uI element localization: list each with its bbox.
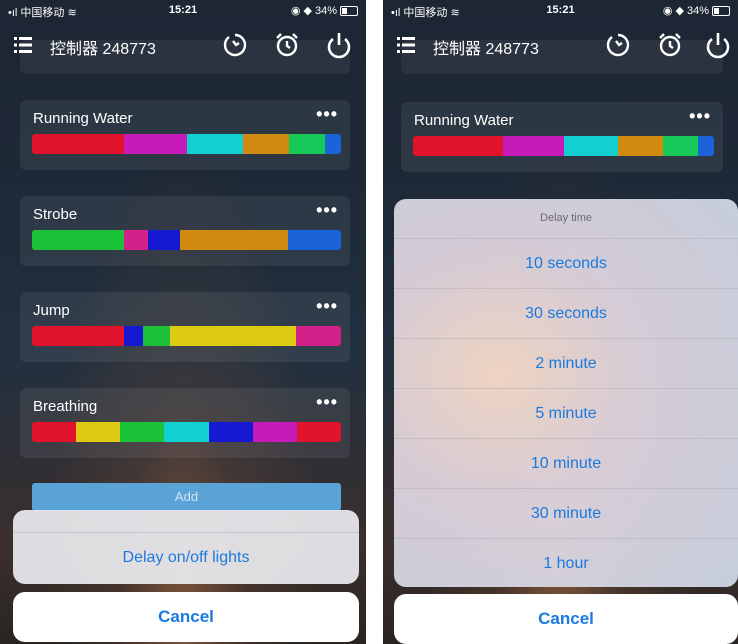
color-segment [148, 230, 181, 250]
mode-label: Breathing [33, 398, 98, 415]
color-segment [124, 230, 149, 250]
status-bar: •ıl 中国移动 ≋ 15:21 ◉ ◆ 34% [0, 0, 366, 22]
delay-option-10-minute[interactable]: 10 minute [394, 438, 738, 489]
color-segment [618, 136, 664, 156]
location-icon: ◉ [662, 5, 673, 17]
color-segment [143, 326, 171, 346]
color-segment [164, 422, 209, 442]
cancel-button[interactable]: Cancel [13, 592, 359, 642]
color-segment [288, 134, 325, 154]
color-segment [698, 136, 714, 156]
color-segment [76, 422, 121, 442]
color-segment [32, 422, 77, 442]
battery-percent: 34% [314, 4, 337, 17]
color-segment [663, 136, 699, 156]
add-button[interactable]: Add [32, 483, 341, 511]
color-segment [32, 230, 125, 250]
delay-option-1-hour[interactable]: 1 hour [394, 538, 738, 587]
color-segment [186, 134, 243, 154]
color-bar [32, 326, 341, 346]
color-bar [413, 136, 714, 156]
mode-card[interactable]: Running Water ••• [20, 100, 350, 170]
battery-icon [712, 5, 730, 16]
location-icon: ◉ [290, 5, 301, 17]
color-segment [170, 326, 296, 346]
alarm-status-icon: ◆ [303, 5, 312, 17]
color-segment [563, 136, 619, 156]
more-options-icon[interactable]: ••• [689, 106, 711, 127]
color-segment [324, 134, 341, 154]
more-options-icon[interactable]: ••• [316, 296, 338, 317]
mode-card[interactable]: Breathing ••• [20, 388, 350, 458]
mode-card[interactable]: Running Water ••• [401, 102, 723, 172]
more-options-icon[interactable]: ••• [316, 200, 338, 221]
delay-option-30-seconds[interactable]: 30 seconds [394, 288, 738, 339]
delay-option-30-minute[interactable]: 30 minute [394, 488, 738, 539]
color-segment [32, 134, 125, 154]
cancel-button[interactable]: Cancel [394, 594, 738, 644]
mode-label: Jump [33, 302, 70, 319]
color-segment [124, 326, 144, 346]
color-bar [32, 230, 341, 250]
more-options-icon[interactable]: ••• [316, 104, 338, 125]
picker-title: Delay time [540, 212, 592, 224]
color-bar [32, 422, 341, 442]
mode-label: Running Water [414, 112, 514, 129]
color-segment [124, 134, 187, 154]
color-segment [180, 230, 288, 250]
color-segment [413, 136, 503, 156]
color-bar [32, 134, 341, 154]
action-sheet: Delay on/off lights [13, 510, 359, 584]
mode-label: Running Water [33, 110, 133, 127]
mode-card-partial[interactable] [20, 40, 350, 74]
color-segment [287, 230, 341, 250]
mode-card-partial[interactable] [401, 40, 723, 74]
delay-option-10-seconds[interactable]: 10 seconds [394, 238, 738, 289]
delay-option-5-minute[interactable]: 5 minute [394, 388, 738, 439]
color-segment [295, 326, 341, 346]
status-bar: •ıl 中国移动 ≋ 15:21 ◉ ◆ 34% [383, 0, 738, 22]
color-segment [120, 422, 165, 442]
delay-time-picker: Delay time 10 seconds 30 seconds 2 minut… [394, 199, 738, 587]
color-segment [242, 134, 289, 154]
delay-option-2-minute[interactable]: 2 minute [394, 338, 738, 389]
color-segment [502, 136, 564, 156]
color-segment [252, 422, 297, 442]
battery-percent: 34% [686, 4, 709, 17]
delay-option[interactable]: Delay on/off lights [13, 532, 359, 584]
sheet-divider [13, 510, 359, 533]
color-segment [208, 422, 253, 442]
more-options-icon[interactable]: ••• [316, 392, 338, 413]
mode-label: Strobe [33, 206, 78, 223]
left-screen: •ıl 中国移动 ≋ 15:21 ◉ ◆ 34% 控制器 248773 Runn… [0, 0, 366, 644]
right-screen: •ıl 中国移动 ≋ 15:21 ◉ ◆ 34% 控制器 248773 Runn… [383, 0, 738, 644]
mode-card[interactable]: Jump ••• [20, 292, 350, 362]
mode-card[interactable]: Strobe ••• [20, 196, 350, 266]
color-segment [32, 326, 125, 346]
alarm-status-icon: ◆ [675, 5, 684, 17]
battery-icon [340, 5, 358, 16]
color-segment [296, 422, 341, 442]
